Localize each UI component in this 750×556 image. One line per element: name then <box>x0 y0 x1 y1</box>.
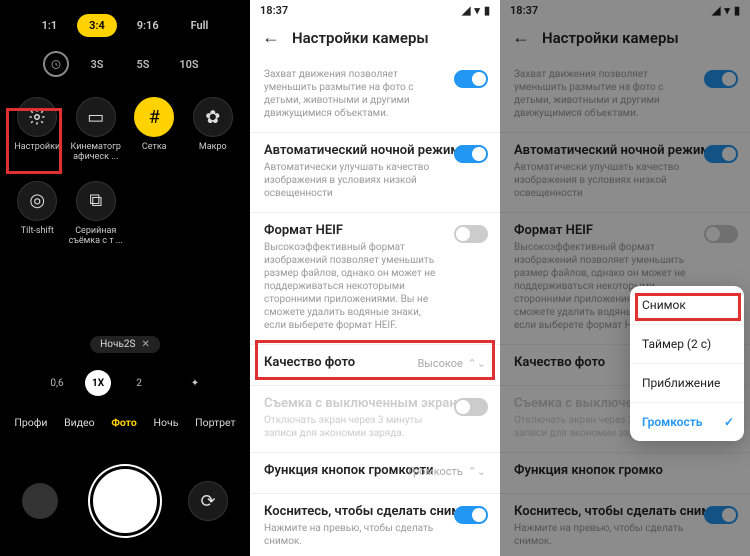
opt-cinematic[interactable]: ▭ Кинематогр афическ ... <box>67 91 126 175</box>
mode-pro[interactable]: Профи <box>14 416 47 429</box>
row-tap-title: Коснитесь, чтобы сделать снимок <box>264 504 486 519</box>
camera-screen: 1:1 3:4 9:16 Full 3S 5S 10S Настройки ▭ … <box>0 0 250 556</box>
scene-badge[interactable]: Ночь2S ✕ <box>90 336 160 353</box>
toggle-night[interactable] <box>454 145 488 163</box>
settings-screen-popup: 18:37 ◢ ▾ ▮ ← Настройки камеры Захват дв… <box>500 0 750 556</box>
popup-zoom[interactable]: Приближение <box>630 363 744 402</box>
zoom-1x[interactable]: 1X <box>85 370 111 396</box>
volume-popup: Снимок Таймер (2 с) Приближение Громкост… <box>630 286 744 441</box>
mode-photo[interactable]: Фото <box>111 416 136 429</box>
row-motion-desc: Захват движения позволяет уменьшить разм… <box>264 68 486 120</box>
popup-volume[interactable]: Громкость <box>630 402 744 441</box>
settings-screen: 18:37 ◢ ▾ ▮ ← Настройки камеры Захват дв… <box>250 0 500 556</box>
opt-macro[interactable]: ✿ Макро <box>184 91 243 175</box>
timer-icon[interactable] <box>43 51 69 77</box>
shutter-button[interactable] <box>93 469 157 533</box>
close-icon[interactable]: ✕ <box>141 339 149 350</box>
zoom-0-6[interactable]: 0,6 <box>45 378 69 389</box>
opt-grid[interactable]: # Сетка <box>125 91 184 175</box>
aspect-ratio-row: 1:1 3:4 9:16 Full <box>0 0 250 45</box>
signal-icon: ◢ <box>462 4 470 17</box>
gallery-thumbnail[interactable] <box>22 483 58 519</box>
popup-timer[interactable]: Таймер (2 с) <box>630 324 744 363</box>
row-tap-desc: Нажмите на превью, чтобы сделать снимок. <box>264 522 486 548</box>
battery-icon: ▮ <box>484 4 490 17</box>
row-tap[interactable]: Коснитесь, чтобы сделать снимок Нажмите … <box>250 493 500 556</box>
zoom-row: 0,6 1X 2 ✦ <box>0 370 250 396</box>
row-heif-desc: Высокоэффективный формат изображений поз… <box>264 241 486 332</box>
row-night-title: Автоматический ночной режим <box>264 143 486 158</box>
toggle-tap[interactable] <box>454 506 488 524</box>
row-heif[interactable]: Формат HEIF Высокоэффективный формат изо… <box>250 212 500 344</box>
opt-burst-label: Серийная съёмка с т ... <box>69 227 124 247</box>
ratio-3-4[interactable]: 3:4 <box>77 14 117 37</box>
chevron-icon: ⌃⌄ <box>465 465 486 478</box>
row-motion[interactable]: Захват движения позволяет уменьшить разм… <box>250 58 500 132</box>
settings-title: Настройки камеры <box>292 29 429 47</box>
mode-video[interactable]: Видео <box>64 416 95 429</box>
popup-snapshot[interactable]: Снимок <box>630 286 744 324</box>
scene-badge-label: Ночь2S <box>100 339 135 350</box>
back-button[interactable]: ← <box>262 27 280 48</box>
ratio-full[interactable]: Full <box>179 14 221 37</box>
timer-3s[interactable]: 3S <box>79 58 115 71</box>
opt-tiltshift-label: Tilt-shift <box>10 227 65 237</box>
status-bar: 18:37 ◢ ▾ ▮ <box>250 0 500 19</box>
modal-overlay[interactable] <box>500 0 750 556</box>
opt-settings-label: Настройки <box>10 143 65 153</box>
switch-camera-button[interactable]: ⟳ <box>188 481 228 521</box>
mode-night[interactable]: Ночь <box>154 416 179 429</box>
opt-tiltshift[interactable]: ◎ Tilt-shift <box>8 175 67 259</box>
toggle-motion[interactable] <box>454 70 488 88</box>
ratio-9-16[interactable]: 9:16 <box>125 14 171 37</box>
row-heif-title: Формат HEIF <box>264 223 486 238</box>
row-quality[interactable]: Качество фото Высокое ⌃⌄ <box>250 344 500 385</box>
toggle-heif[interactable] <box>454 225 488 243</box>
chevron-icon: ⌃⌄ <box>465 357 486 370</box>
status-icons: ◢ ▾ ▮ <box>462 4 490 17</box>
mode-row: Профи Видео Фото Ночь Портрет <box>0 416 250 429</box>
zoom-2[interactable]: 2 <box>127 378 151 389</box>
opt-cinematic-label: Кинематогр афическ ... <box>69 143 124 163</box>
row-screenoff: Съемка с выключенным экраном Отключать э… <box>250 385 500 452</box>
timer-10s[interactable]: 10S <box>171 58 207 71</box>
row-volume[interactable]: Функция кнопок громкости Громкость ⌃⌄ <box>250 452 500 493</box>
settings-header: ← Настройки камеры <box>250 19 500 58</box>
row-screenoff-title: Съемка с выключенным экраном <box>264 396 486 411</box>
timer-row: 3S 5S 10S <box>0 45 250 91</box>
opt-grid-label: Сетка <box>127 143 182 153</box>
opt-macro-label: Макро <box>186 143 241 153</box>
opt-settings[interactable]: Настройки <box>8 91 67 175</box>
flash-off-icon[interactable]: ✦ <box>185 378 205 389</box>
row-screenoff-desc: Отключать экран через 3 минуты записи дл… <box>264 414 486 440</box>
row-volume-value: Громкость ⌃⌄ <box>408 465 486 478</box>
toggle-screenoff <box>454 398 488 416</box>
row-night-desc: Автоматически улучшать качество изображе… <box>264 161 486 200</box>
mode-portrait[interactable]: Портрет <box>195 416 235 429</box>
status-time: 18:37 <box>260 4 288 17</box>
wifi-icon: ▾ <box>474 4 480 17</box>
shutter-bar: ⟳ <box>0 446 250 556</box>
row-quality-value: Высокое ⌃⌄ <box>417 357 486 370</box>
timer-5s[interactable]: 5S <box>125 58 161 71</box>
ratio-1-1[interactable]: 1:1 <box>30 14 70 37</box>
row-night[interactable]: Автоматический ночной режим Автоматическ… <box>250 132 500 212</box>
opt-burst[interactable]: ⧉ Серийная съёмка с т ... <box>67 175 126 259</box>
options-grid: Настройки ▭ Кинематогр афическ ... # Сет… <box>0 91 250 259</box>
